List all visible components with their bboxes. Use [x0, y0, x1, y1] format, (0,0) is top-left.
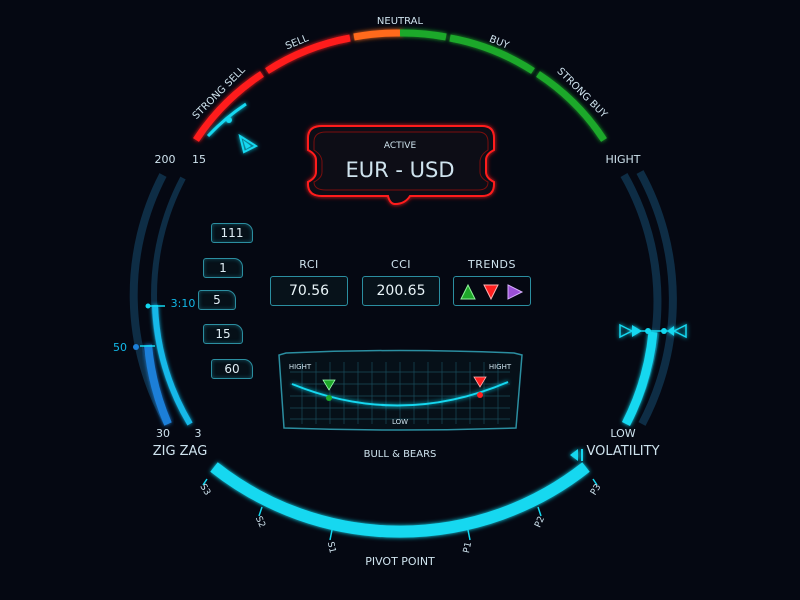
- bb-hight-left: HIGHT: [289, 363, 312, 371]
- neutral-arc-right: [399, 29, 447, 41]
- timeframe-button-1[interactable]: 1: [203, 258, 243, 278]
- active-pair: EUR - USD: [345, 158, 454, 182]
- bull-bears-panel: HIGHT HIGHT LOW: [278, 349, 523, 431]
- zigzag-bottom-left: 30: [156, 427, 170, 440]
- pivot-title: PIVOT POINT: [365, 555, 435, 568]
- rci-value: 70.56: [270, 276, 348, 306]
- pivot-s1: S1: [325, 541, 337, 554]
- volatility-top: HIGHT: [605, 153, 640, 166]
- timeframe-button-111[interactable]: 111: [211, 223, 253, 243]
- volatility-marker-icon: [570, 449, 578, 461]
- volatility-right-arrow-icon: [672, 323, 687, 339]
- zigzag-top-right: 15: [192, 153, 206, 166]
- timeframe-button-5[interactable]: 5: [198, 290, 236, 310]
- timeframe-button-60[interactable]: 60: [211, 359, 253, 379]
- rci-label: RCI: [299, 258, 319, 271]
- bear-point: [477, 392, 483, 398]
- pivot-gauge: [210, 462, 590, 538]
- cci-label: CCI: [390, 258, 412, 271]
- zigzag-title: ZIG ZAG: [153, 444, 208, 459]
- neutral-arc-left: [353, 29, 401, 41]
- active-label: ACTIVE: [384, 141, 417, 151]
- sentiment-gauge: [193, 29, 607, 142]
- zigzag-marker-a: 3:10: [171, 297, 196, 310]
- bull-bears-title: BULL & BEARS: [364, 449, 437, 460]
- zigzag-bottom-right: 3: [195, 427, 202, 440]
- trends-box[interactable]: [453, 276, 531, 306]
- label-neutral: NEUTRAL: [377, 16, 424, 27]
- timeframe-button-15[interactable]: 15: [203, 324, 243, 344]
- zigzag-top-left: 200: [155, 153, 176, 166]
- pivot-s2: S2: [253, 515, 267, 530]
- bb-hight-right: HIGHT: [489, 363, 512, 371]
- trends-label: TRENDS: [468, 258, 516, 271]
- volatility-bottom: LOW: [610, 427, 635, 440]
- pivot-p3: P3: [589, 483, 603, 498]
- cci-value: 200.65: [362, 276, 440, 306]
- pivot-p1: P1: [462, 541, 474, 554]
- zigzag-marker-b: 50: [113, 341, 127, 354]
- volatility-left-arrow-icon: [619, 323, 634, 339]
- pivot-p2: P2: [533, 515, 547, 529]
- pivot-s3: S3: [197, 482, 212, 497]
- bb-low: LOW: [392, 418, 408, 426]
- bull-point: [326, 395, 332, 401]
- volatility-title: VOLATILITY: [586, 444, 659, 459]
- volatility-gauge: [620, 170, 677, 427]
